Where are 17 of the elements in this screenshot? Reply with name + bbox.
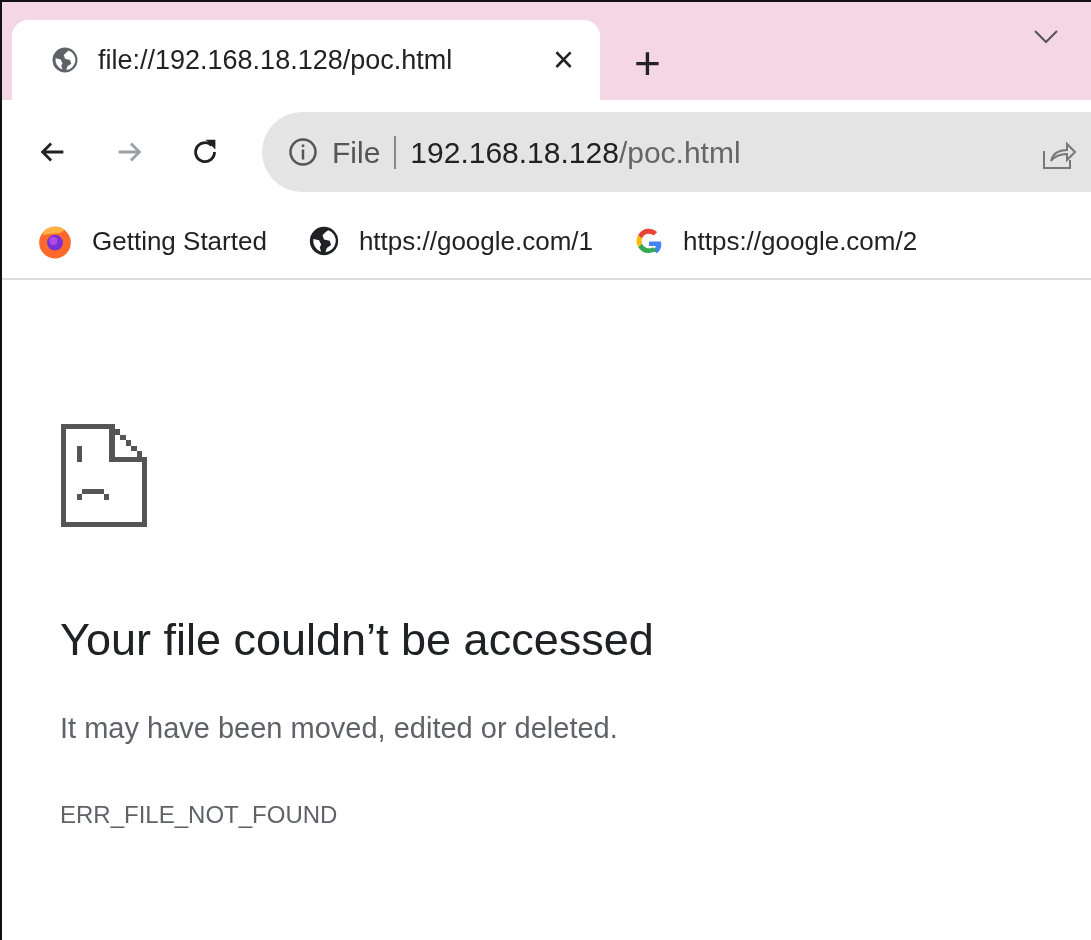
error-title: Your file couldn’t be accessed [60, 613, 655, 667]
browser-tab[interactable]: file://192.168.18.128/poc.html × [12, 20, 600, 100]
sad-file-icon [60, 424, 148, 527]
info-icon [288, 137, 318, 167]
scheme-label: File [332, 135, 397, 169]
bookmark[interactable]: https://google.com/1 [306, 221, 594, 261]
error-code: ERR_FILE_NOT_FOUND [60, 799, 339, 830]
new-tab-button[interactable]: + [628, 40, 667, 86]
close-tab-button[interactable]: × [548, 42, 578, 78]
error-message: It may have been moved, edited or deleted. [60, 711, 619, 746]
bookmark[interactable]: https://google.com/2 [633, 221, 918, 261]
tab-title: file://192.168.18.128/poc.html [98, 43, 454, 77]
bookmark[interactable]: Getting Started [36, 221, 267, 261]
address-bar[interactable]: File 192.168.18.128/poc.html [262, 112, 1091, 192]
url-text: 192.168.18.128/poc.html [410, 134, 741, 171]
globe-icon [50, 45, 80, 75]
chevron-down-icon [1033, 28, 1059, 45]
